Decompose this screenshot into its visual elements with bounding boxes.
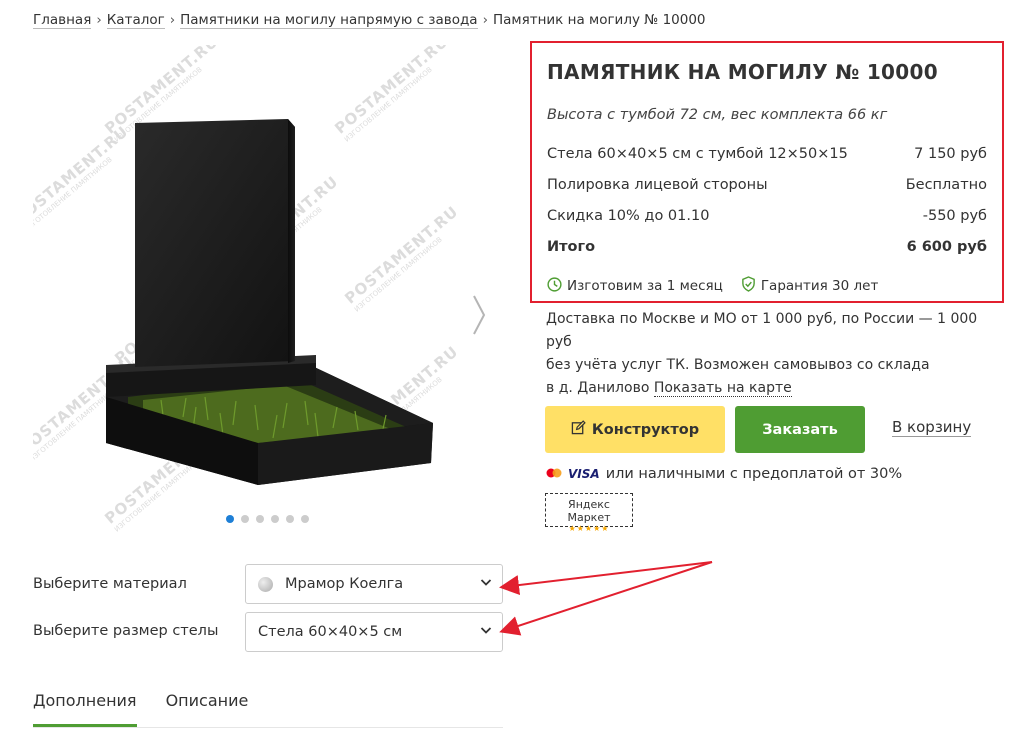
price-value: Бесплатно <box>905 177 987 193</box>
gallery-pagination <box>226 515 309 523</box>
gallery-dot[interactable] <box>226 515 234 523</box>
constructor-button[interactable]: Конструктор <box>545 406 725 453</box>
delivery-info: Доставка по Москве и МО от 1 000 руб, по… <box>546 308 986 400</box>
price-row: Стела 60×40×5 см с тумбой 12×50×15 7 150… <box>547 146 987 162</box>
mastercard-icon <box>546 466 562 482</box>
total-label: Итого <box>547 239 596 255</box>
price-row: Скидка 10% до 01.10 -550 руб <box>547 208 987 224</box>
payment-text: или наличными с предоплатой от 30% <box>605 466 903 482</box>
order-button[interactable]: Заказать <box>735 406 865 453</box>
feature-badges: Изготовим за 1 месяц Гарантия 30 лет <box>547 276 878 296</box>
breadcrumb-separator: › <box>169 12 176 28</box>
warranty-badge: Гарантия 30 лет <box>741 276 878 296</box>
tab-additions[interactable]: Дополнения <box>33 688 137 727</box>
delivery-line: без учёта услуг ТК. Возможен самовывоз с… <box>546 357 930 373</box>
delivery-line: Доставка по Москве и МО от 1 000 руб, по… <box>546 311 978 350</box>
show-on-map-link[interactable]: Показать на карте <box>653 380 792 397</box>
delivery-line: в д. Данилово Показать на карте <box>546 380 792 397</box>
gallery-dot[interactable] <box>301 515 309 523</box>
price-info-box: ПАМЯТНИК НА МОГИЛУ № 10000 Высота с тумб… <box>530 41 1004 303</box>
rating-stars: ★★★★★ <box>568 524 610 533</box>
breadcrumb-separator: › <box>96 12 102 28</box>
breadcrumb-category[interactable]: Памятники на могилу напрямую с завода <box>180 12 478 29</box>
clock-icon <box>547 276 562 296</box>
marble-swatch-icon <box>258 576 273 592</box>
breadcrumb-current: Памятник на могилу № 10000 <box>492 12 706 28</box>
production-time-badge: Изготовим за 1 месяц <box>547 276 723 296</box>
visa-logo: VISA <box>568 467 600 481</box>
add-to-cart-link[interactable]: В корзину <box>892 418 972 437</box>
breadcrumb-home[interactable]: Главная <box>33 12 92 29</box>
gallery-dot[interactable] <box>256 515 264 523</box>
price-row: Полировка лицевой стороны Бесплатно <box>547 177 987 193</box>
material-select[interactable]: Мрамор Коелга <box>245 564 503 604</box>
breadcrumb: Главная › Каталог › Памятники на могилу напр… <box>33 12 706 29</box>
tab-description[interactable]: Описание <box>166 688 249 727</box>
monument-image <box>106 119 433 485</box>
price-label: Скидка 10% до 01.10 <box>547 208 710 224</box>
payment-methods: VISA или наличными с предоплатой от 30% <box>546 466 902 482</box>
stela-size-select[interactable]: Стела 60×40×5 см <box>245 612 503 652</box>
material-label: Выберите материал <box>33 576 187 592</box>
gallery-dot[interactable] <box>271 515 279 523</box>
chevron-down-icon <box>480 624 492 640</box>
chevron-down-icon <box>480 576 492 592</box>
price-label: Полировка лицевой стороны <box>547 177 768 193</box>
stela-size-label: Выберите размер стелы <box>33 623 219 639</box>
price-value: -550 руб <box>922 208 987 224</box>
yandex-market-badge[interactable]: Яндекс Маркет ★★★★★ <box>545 493 633 533</box>
total-value: 6 600 руб <box>906 239 987 255</box>
total-row: Итого 6 600 руб <box>547 239 987 255</box>
price-label: Стела 60×40×5 см с тумбой 12×50×15 <box>547 146 848 162</box>
gallery-dot[interactable] <box>241 515 249 523</box>
product-title: ПАМЯТНИК НА МОГИЛУ № 10000 <box>547 60 938 84</box>
breadcrumb-catalog[interactable]: Каталог <box>106 12 165 29</box>
chevron-right-icon[interactable] <box>472 294 486 342</box>
product-subtitle: Высота с тумбой 72 см, вес комплекта 66 … <box>547 107 888 123</box>
gallery-dot[interactable] <box>286 515 294 523</box>
breadcrumb-separator: › <box>482 12 488 28</box>
product-tabs: Дополнения Описание <box>33 688 503 728</box>
price-value: 7 150 руб <box>914 146 987 162</box>
edit-icon <box>571 420 586 439</box>
product-gallery[interactable]: POSTAMENT.RU ИЗГОТОВЛЕНИЕ ПАМЯТНИКОВ POST… <box>33 45 503 535</box>
shield-check-icon <box>741 276 756 296</box>
